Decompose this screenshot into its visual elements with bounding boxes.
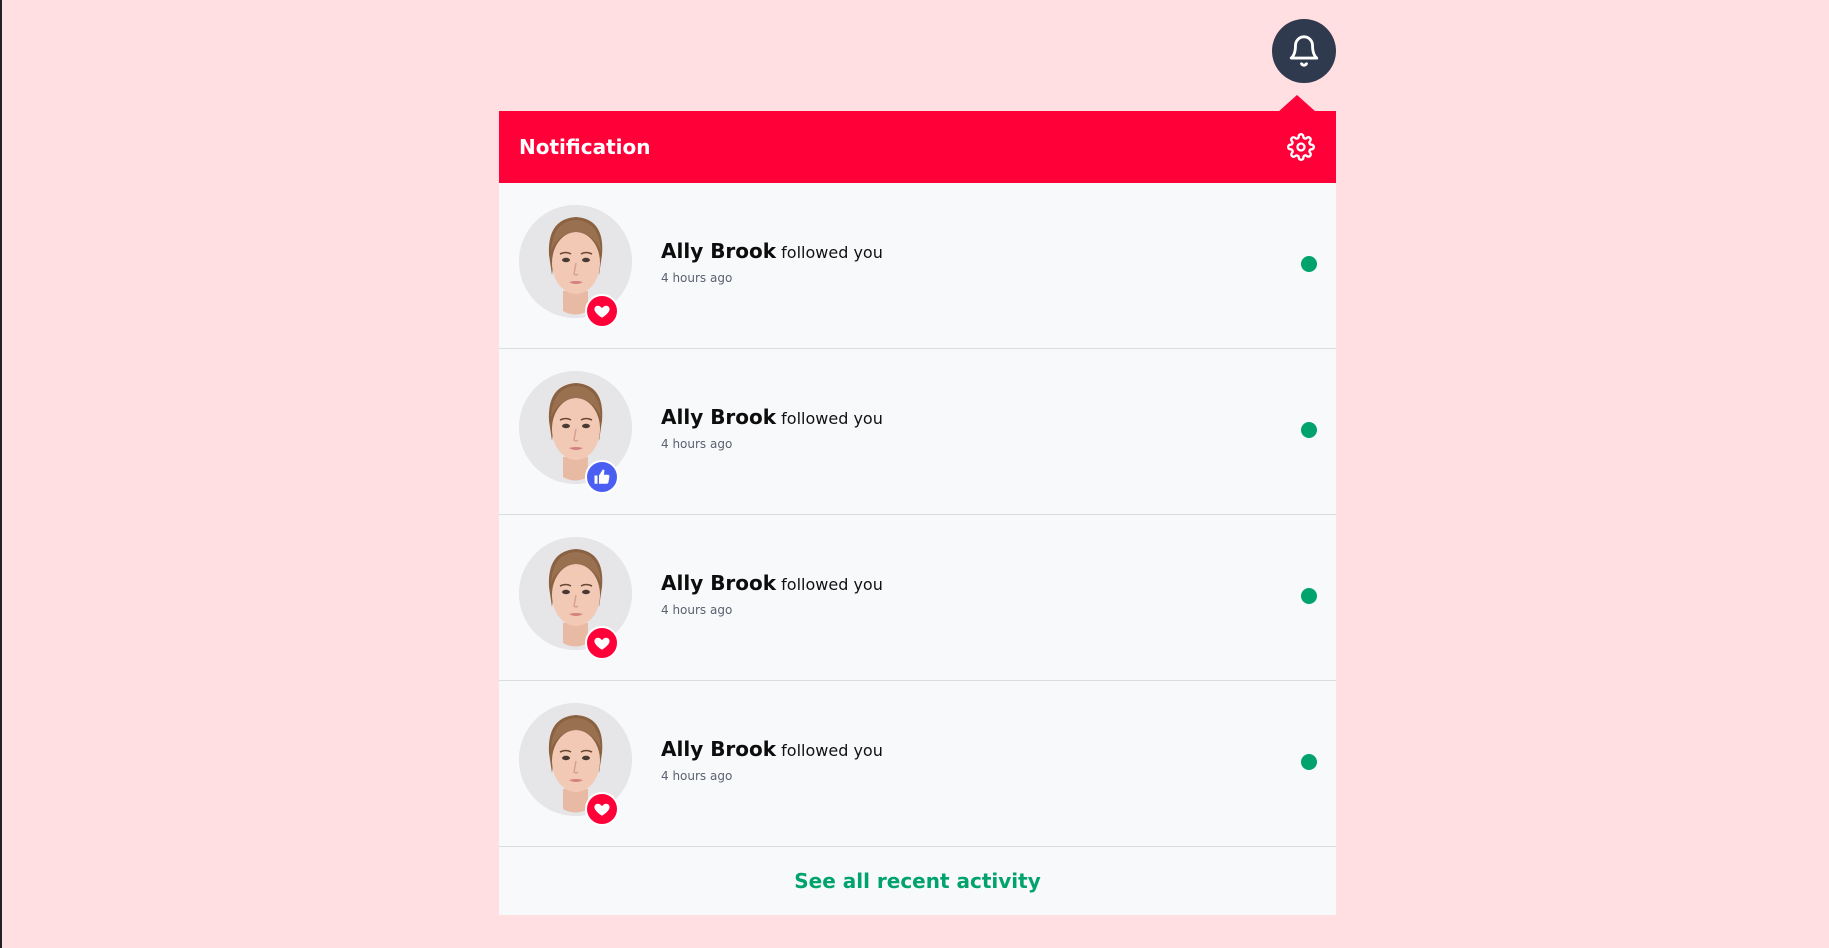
notification-time: 4 hours ago (661, 768, 733, 783)
notification-item[interactable]: Ally Brook followed you 4 hours ago (499, 681, 1336, 847)
notification-message: Ally Brook followed you (661, 239, 883, 263)
unread-indicator (1301, 588, 1317, 604)
window-edge (0, 0, 2, 948)
thumbs-up-icon (594, 469, 610, 484)
notification-panel: Notification Ally Brook followed you 4 h… (499, 111, 1336, 915)
notification-text: Ally Brook followed you 4 hours ago (661, 571, 883, 617)
heart-icon (594, 803, 610, 816)
unread-indicator (1301, 754, 1317, 770)
reaction-badge (585, 460, 619, 494)
notification-message: Ally Brook followed you (661, 737, 883, 761)
user-name[interactable]: Ally Brook (661, 405, 776, 429)
notification-text: Ally Brook followed you 4 hours ago (661, 239, 883, 285)
notification-item[interactable]: Ally Brook followed you 4 hours ago (499, 349, 1336, 515)
panel-footer: See all recent activity (499, 847, 1336, 915)
reaction-badge (585, 294, 619, 328)
notification-action: followed you (781, 574, 883, 594)
notification-time: 4 hours ago (661, 270, 733, 285)
notification-text: Ally Brook followed you 4 hours ago (661, 737, 883, 783)
reaction-badge (585, 626, 619, 660)
notification-item[interactable]: Ally Brook followed you 4 hours ago (499, 515, 1336, 681)
notification-action: followed you (781, 242, 883, 262)
panel-title: Notification (519, 135, 651, 159)
user-name[interactable]: Ally Brook (661, 239, 776, 263)
notification-time: 4 hours ago (661, 436, 733, 451)
notification-time: 4 hours ago (661, 602, 733, 617)
settings-button[interactable] (1286, 132, 1316, 162)
dropdown-pointer (1278, 95, 1316, 112)
reaction-badge (585, 792, 619, 826)
notification-text: Ally Brook followed you 4 hours ago (661, 405, 883, 451)
avatar-container (519, 703, 632, 826)
notification-bell-button[interactable] (1272, 19, 1336, 83)
avatar-container (519, 205, 632, 328)
user-name[interactable]: Ally Brook (661, 737, 776, 761)
gear-icon (1287, 133, 1315, 161)
unread-indicator (1301, 256, 1317, 272)
notification-action: followed you (781, 408, 883, 428)
heart-icon (594, 637, 610, 650)
notification-item[interactable]: Ally Brook followed you 4 hours ago (499, 183, 1336, 349)
notification-message: Ally Brook followed you (661, 405, 883, 429)
notification-message: Ally Brook followed you (661, 571, 883, 595)
notification-action: followed you (781, 740, 883, 760)
panel-header: Notification (499, 111, 1336, 183)
avatar-container (519, 371, 632, 494)
bell-icon (1289, 35, 1319, 67)
avatar-container (519, 537, 632, 660)
notification-list: Ally Brook followed you 4 hours ago Ally… (499, 183, 1336, 847)
unread-indicator (1301, 422, 1317, 438)
heart-icon (594, 305, 610, 318)
see-all-activity-link[interactable]: See all recent activity (794, 869, 1041, 893)
user-name[interactable]: Ally Brook (661, 571, 776, 595)
